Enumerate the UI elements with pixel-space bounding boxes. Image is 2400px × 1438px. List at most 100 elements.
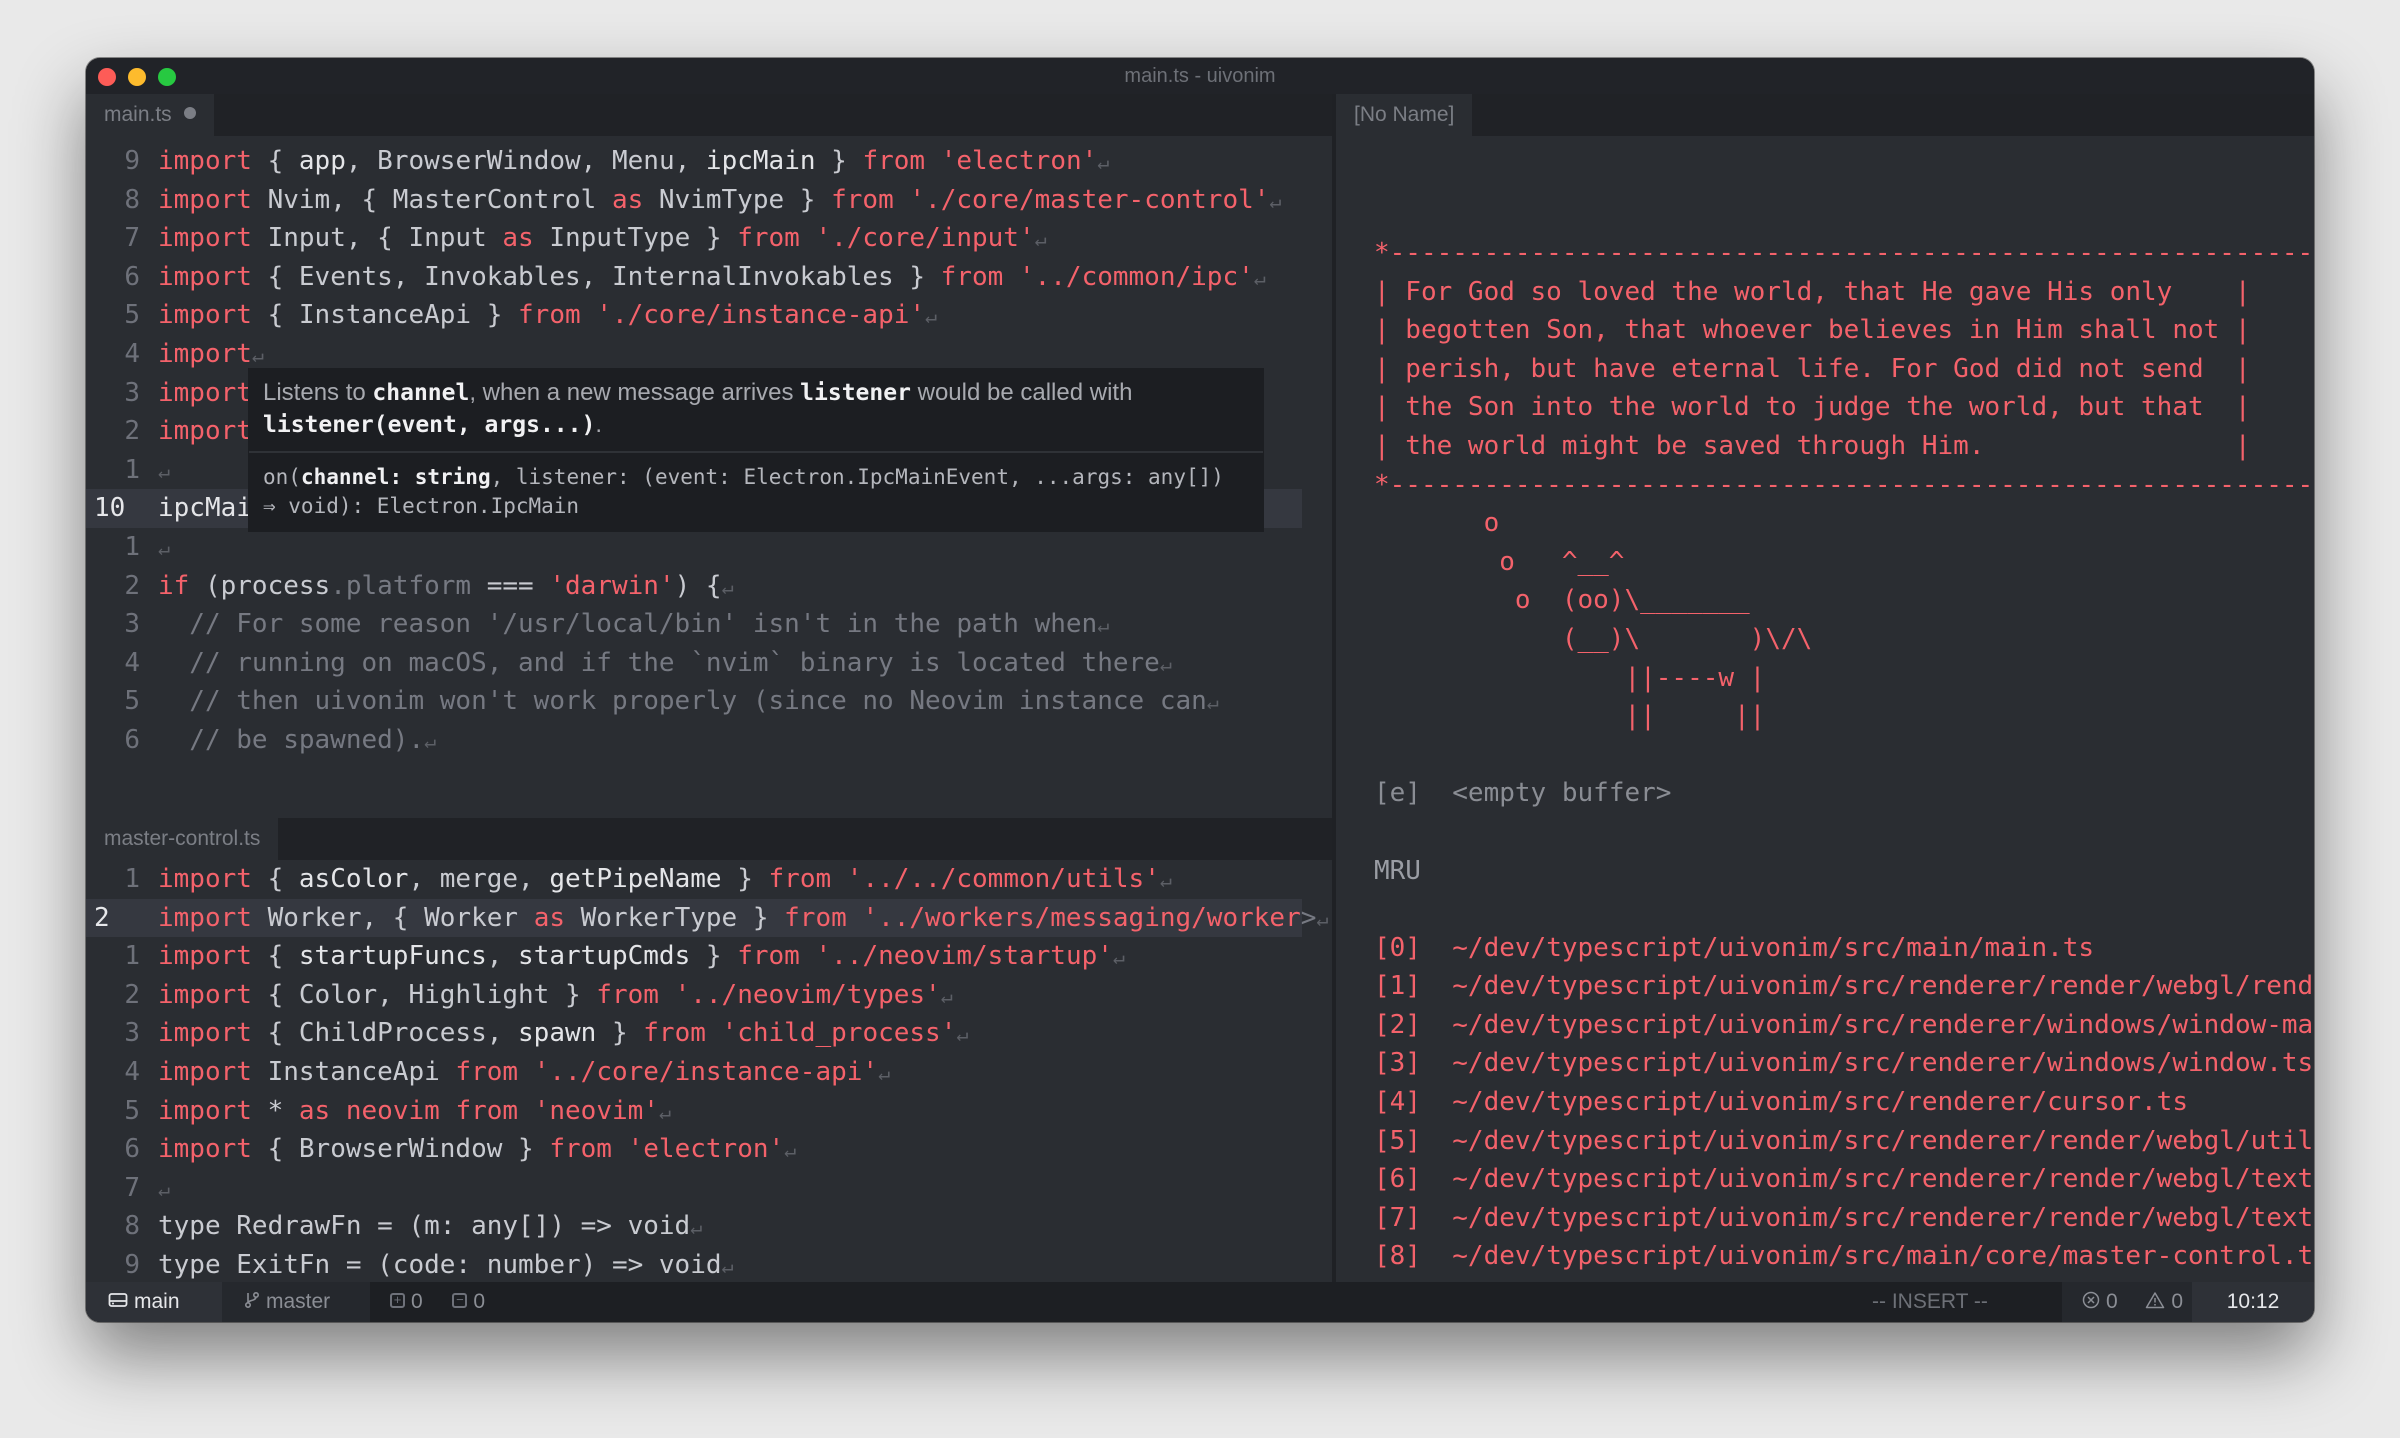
code-line[interactable]: 1 import { startupFuncs, startupCmds } fr… [86,937,1332,976]
mru-entry[interactable]: [5] ~/dev/typescript/uivonim/src/rendere… [1374,1122,2314,1161]
status-bar: main master +0 −0 -- INSERT -- 0 0 10:12 [86,1282,2314,1322]
code-token: ipcMain [705,146,816,176]
editor-pane-startify[interactable]: [No Name] *-----------------------------… [1336,94,2314,1322]
code-line[interactable]: 6 import { BrowserWindow } from 'electron… [86,1130,1332,1169]
code-line[interactable]: 4 // running on macOS, and if the `nvim`… [86,644,1332,683]
hover-tooltip: Listens to channel, when a new message a… [248,368,1264,532]
code-line[interactable]: 4 import InstanceApi from '../core/instan… [86,1053,1332,1092]
code-line[interactable]: 2 import { Color, Highlight } from '../ne… [86,976,1332,1015]
editor-pane-main[interactable]: main.ts 9 import { app, BrowserWindow, Me… [86,94,1332,818]
code-token: as [611,184,644,215]
code-line[interactable]: 5 // then uivonim won't work properly (s… [86,682,1332,721]
empty-buffer-entry[interactable]: [e] <empty buffer> [1374,774,2314,813]
entry-path: ~/dev/typescript/uivonim/src/renderer/cu… [1452,1087,2188,1118]
hard-drive-icon [108,1293,128,1308]
hover-doc-code: listener(event, args...) [263,412,596,438]
tab-main-ts[interactable]: main.ts [86,94,214,136]
mru-entry[interactable]: [4] ~/dev/typescript/uivonim/src/rendere… [1374,1083,2314,1122]
entry-key: [3] [1374,1048,1421,1079]
plus-square-icon: + [390,1292,405,1308]
code-line[interactable]: 1 import { asColor, merge, getPipeName } … [86,860,1332,899]
mru-entry[interactable]: [2] ~/dev/typescript/uivonim/src/rendere… [1374,1006,2314,1045]
mru-entry[interactable]: [0] ~/dev/typescript/uivonim/src/main/ma… [1374,929,2314,968]
code-line-current[interactable]: 2 import Worker, { Worker as WorkerType }… [86,898,1328,938]
project-indicator[interactable]: main [86,1282,222,1322]
code-token: // then uivonim won't work properly (sin… [158,686,1207,717]
code-line[interactable]: 8 type RedrawFn = (m: any[]) => void↵ [86,1207,1332,1246]
minimize-window-button[interactable] [128,68,146,86]
tab-no-name[interactable]: [No Name] [1336,94,1473,136]
line-number: 2 [94,902,110,933]
code-token: NvimType } [643,184,832,215]
zoom-window-button[interactable] [158,68,176,86]
code-token: import [158,261,252,292]
code-token: import [158,864,252,894]
code-token: '../core/instance-api' [533,1056,879,1087]
mru-entry[interactable]: [1] ~/dev/typescript/uivonim/src/rendere… [1374,967,2314,1006]
code-token: 'electron' [940,146,1098,176]
code-token: import [158,979,252,1010]
eol-marker-icon: ↵ [658,1099,671,1124]
banner-line: | begotten Son, that whoever believes in… [1374,315,2251,346]
code-line[interactable]: 5 import { InstanceApi } from './core/ins… [86,296,1332,335]
branch-name: master [266,1290,331,1313]
mru-entry[interactable]: [8] ~/dev/typescript/uivonim/src/main/co… [1374,1237,2314,1276]
code-line[interactable]: 9 import { app, BrowserWindow, Menu, ipcM… [86,142,1332,181]
code-line[interactable]: 9 type ExitFn = (code: number) => void↵ [86,1246,1332,1285]
code-line[interactable]: 1 ↵ [86,528,1332,567]
code-line[interactable]: 3 // For some reason '/usr/local/bin' is… [86,605,1332,644]
mru-entry[interactable]: [7] ~/dev/typescript/uivonim/src/rendere… [1374,1199,2314,1238]
git-branch-indicator[interactable]: master [222,1282,370,1322]
code-line[interactable]: 5 import * as neovim from 'neovim'↵ [86,1092,1332,1131]
mru-heading: MRU [1374,855,1421,886]
close-window-button[interactable] [98,68,116,86]
code-line[interactable]: 7 ↵ [86,1169,1332,1208]
eol-marker-icon: ↵ [1316,906,1329,931]
code-token: import [158,416,252,447]
eol-marker-icon: ↵ [956,1022,969,1047]
code-token: 'darwin' [549,570,675,601]
code-token: from [940,261,1004,292]
mru-entry[interactable]: [6] ~/dev/typescript/uivonim/src/rendere… [1374,1160,2314,1199]
code-token: 'child_process' [721,1018,957,1049]
code-token: { InstanceApi } [251,300,519,331]
mru-entry[interactable]: [3] ~/dev/typescript/uivonim/src/rendere… [1374,1044,2314,1083]
tab-master-control-ts[interactable]: master-control.ts [86,818,279,860]
code-token: , [486,941,519,972]
code-line[interactable]: 7 import Input, { Input as InputType } fr… [86,219,1332,258]
line-number: 6 [124,1134,140,1165]
line-number: 1 [124,454,140,485]
line-number: 5 [124,686,140,717]
code-line[interactable]: 6 import { Events, Invokables, InternalIn… [86,258,1332,297]
eol-marker-icon: ↵ [925,304,938,329]
git-changes-indicator: +0 −0 [370,1282,485,1322]
code-line[interactable]: 6 // be spawned).↵ [86,721,1332,760]
code-token: , merge, [408,864,550,894]
code-line[interactable]: 2 if (process.platform === 'darwin') {↵ [86,567,1332,606]
line-number: 4 [124,1056,140,1087]
code-token: } [815,146,863,176]
eol-marker-icon: ↵ [940,983,953,1008]
diagnostics-indicator[interactable]: 0 0 [2062,1282,2192,1322]
git-branch-icon [244,1292,260,1309]
editor-pane-master-control[interactable]: master-control.ts 1 import { asColor, mer… [86,818,1332,1322]
code-line[interactable]: 8 import Nvim, { MasterControl as NvimTyp… [86,181,1332,220]
code-area[interactable]: 1 import { asColor, merge, getPipeName } … [86,860,1332,1285]
banner-line: (__)\ )\/\ [1374,623,1813,654]
removed-count: 0 [473,1290,486,1313]
code-token: { Events, Invokables, InternalInvokables… [251,261,941,292]
code-token: from [737,941,800,972]
tab-label: master-control.ts [104,827,261,850]
banner-line: | the world might be saved through Him. … [1374,430,2251,461]
code-line[interactable]: 3 import { ChildProcess, spawn } from 'ch… [86,1014,1332,1053]
entry-path: ~/dev/typescript/uivonim/src/renderer/re… [1452,1164,2314,1195]
eol-marker-icon: ↵ [1112,945,1125,970]
